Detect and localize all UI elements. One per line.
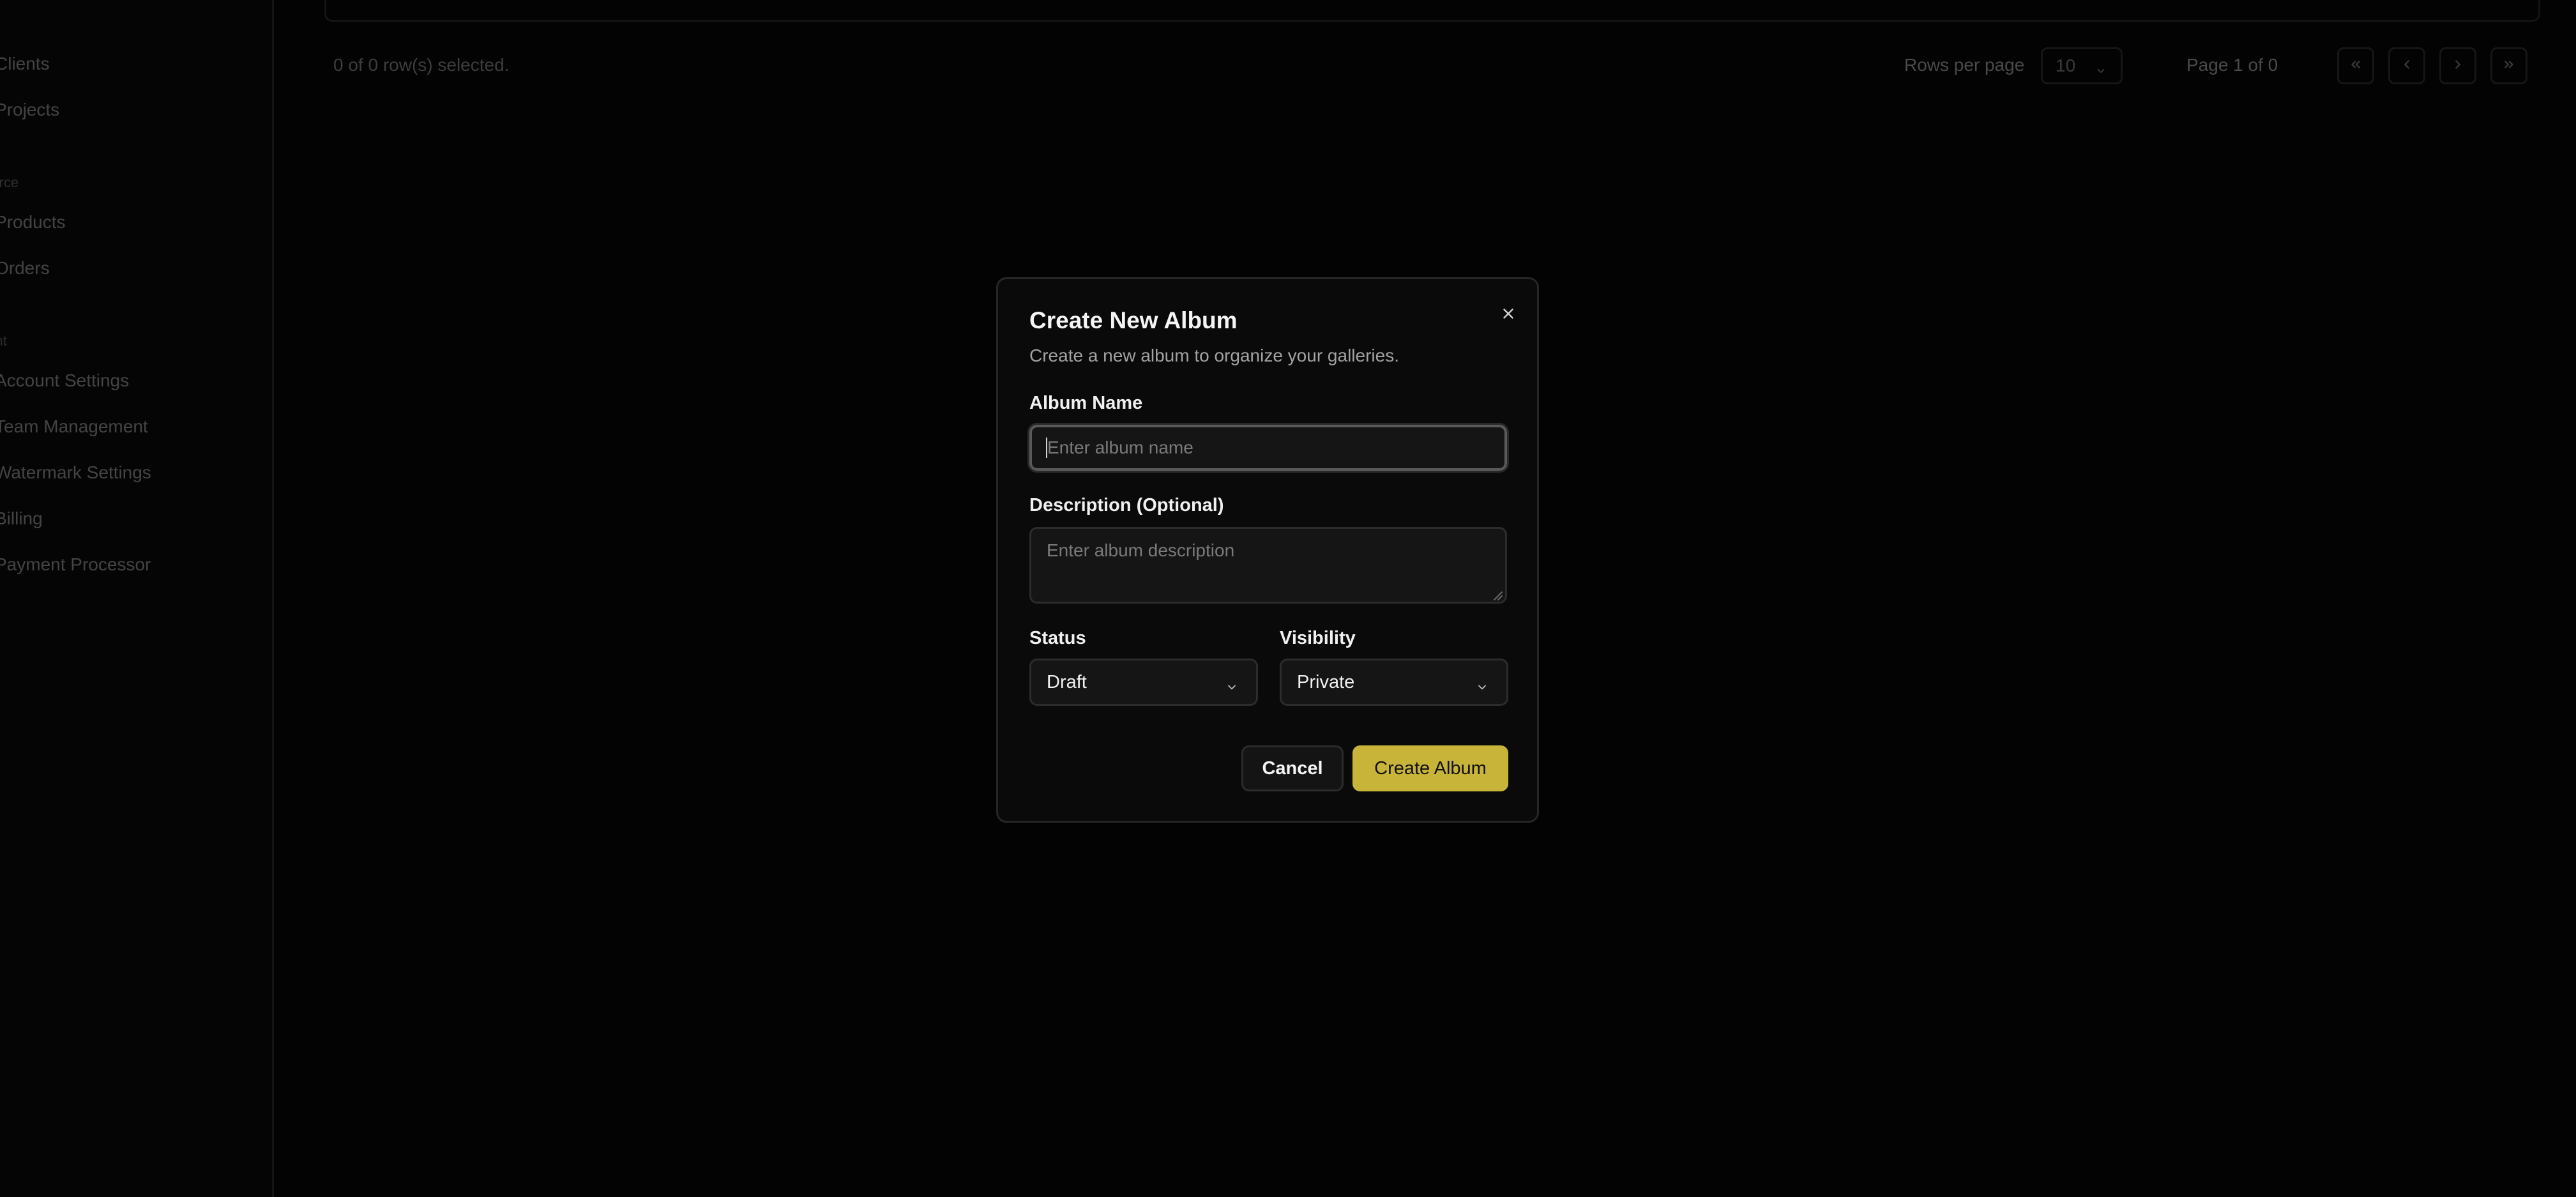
visibility-select[interactable]: Private <box>1280 659 1508 706</box>
previous-page-button[interactable] <box>2388 47 2425 84</box>
sidebar-section-account: ount <box>0 333 7 349</box>
close-icon <box>1500 305 1517 325</box>
status-label: Status <box>1029 628 1086 648</box>
album-name-input[interactable] <box>1027 423 1509 473</box>
visibility-selected-value: Private <box>1297 671 1355 692</box>
sidebar-item-account-settings[interactable]: Account Settings <box>0 370 129 391</box>
next-page-button[interactable] <box>2439 47 2476 84</box>
chevron-down-icon <box>2095 61 2107 81</box>
create-album-button[interactable]: Create Album <box>1352 745 1508 791</box>
sidebar-item-orders[interactable]: Orders <box>0 258 50 278</box>
sidebar-section-commerce: merce <box>0 174 19 190</box>
rows-per-page-label: Rows per page <box>1904 55 2025 75</box>
sidebar-item-billing[interactable]: Billing <box>0 508 43 529</box>
cancel-button[interactable]: Cancel <box>1241 745 1344 791</box>
sidebar-item-team-management[interactable]: Team Management <box>0 416 148 437</box>
description-textarea[interactable] <box>1029 527 1507 604</box>
data-table <box>324 0 2540 22</box>
sidebar-item-watermark-settings[interactable]: Watermark Settings <box>0 462 151 483</box>
chevrons-left-icon <box>2349 57 2363 75</box>
album-name-label: Album Name <box>1029 393 1143 413</box>
last-page-button[interactable] <box>2490 47 2527 84</box>
chevron-right-icon <box>2451 57 2465 75</box>
first-page-button[interactable] <box>2337 47 2374 84</box>
resize-handle-icon[interactable] <box>1490 588 1503 604</box>
chevrons-right-icon <box>2502 57 2516 75</box>
sidebar-item-projects[interactable]: Projects <box>0 100 59 120</box>
dialog-description: Create a new album to organize your gall… <box>1029 346 1399 365</box>
sidebar: Clients Projects merce Products Orders o… <box>0 0 274 1197</box>
sidebar-item-clients[interactable]: Clients <box>0 54 50 74</box>
selected-rows-count: 0 of 0 row(s) selected. <box>333 55 510 75</box>
visibility-label: Visibility <box>1280 628 1356 648</box>
chevron-left-icon <box>2400 57 2414 75</box>
rows-per-page-value: 10 <box>2056 56 2076 75</box>
close-dialog-button[interactable] <box>1494 301 1522 329</box>
page-indicator: Page 1 of 0 <box>2186 55 2278 75</box>
chevron-down-icon <box>1476 678 1489 699</box>
status-select[interactable]: Draft <box>1029 659 1258 706</box>
status-selected-value: Draft <box>1047 671 1087 692</box>
description-label: Description (Optional) <box>1029 495 1224 515</box>
chevron-down-icon <box>1225 678 1238 699</box>
sidebar-item-products[interactable]: Products <box>0 212 66 233</box>
dialog-title: Create New Album <box>1029 307 1238 333</box>
text-caret <box>1046 438 1047 458</box>
app-root: Clients Projects merce Products Orders o… <box>0 0 2576 1197</box>
create-album-dialog: Create New Album Create a new album to o… <box>996 277 1539 823</box>
rows-per-page-select[interactable]: 10 <box>2041 47 2123 84</box>
sidebar-item-payment-processor[interactable]: Payment Processor <box>0 554 151 575</box>
